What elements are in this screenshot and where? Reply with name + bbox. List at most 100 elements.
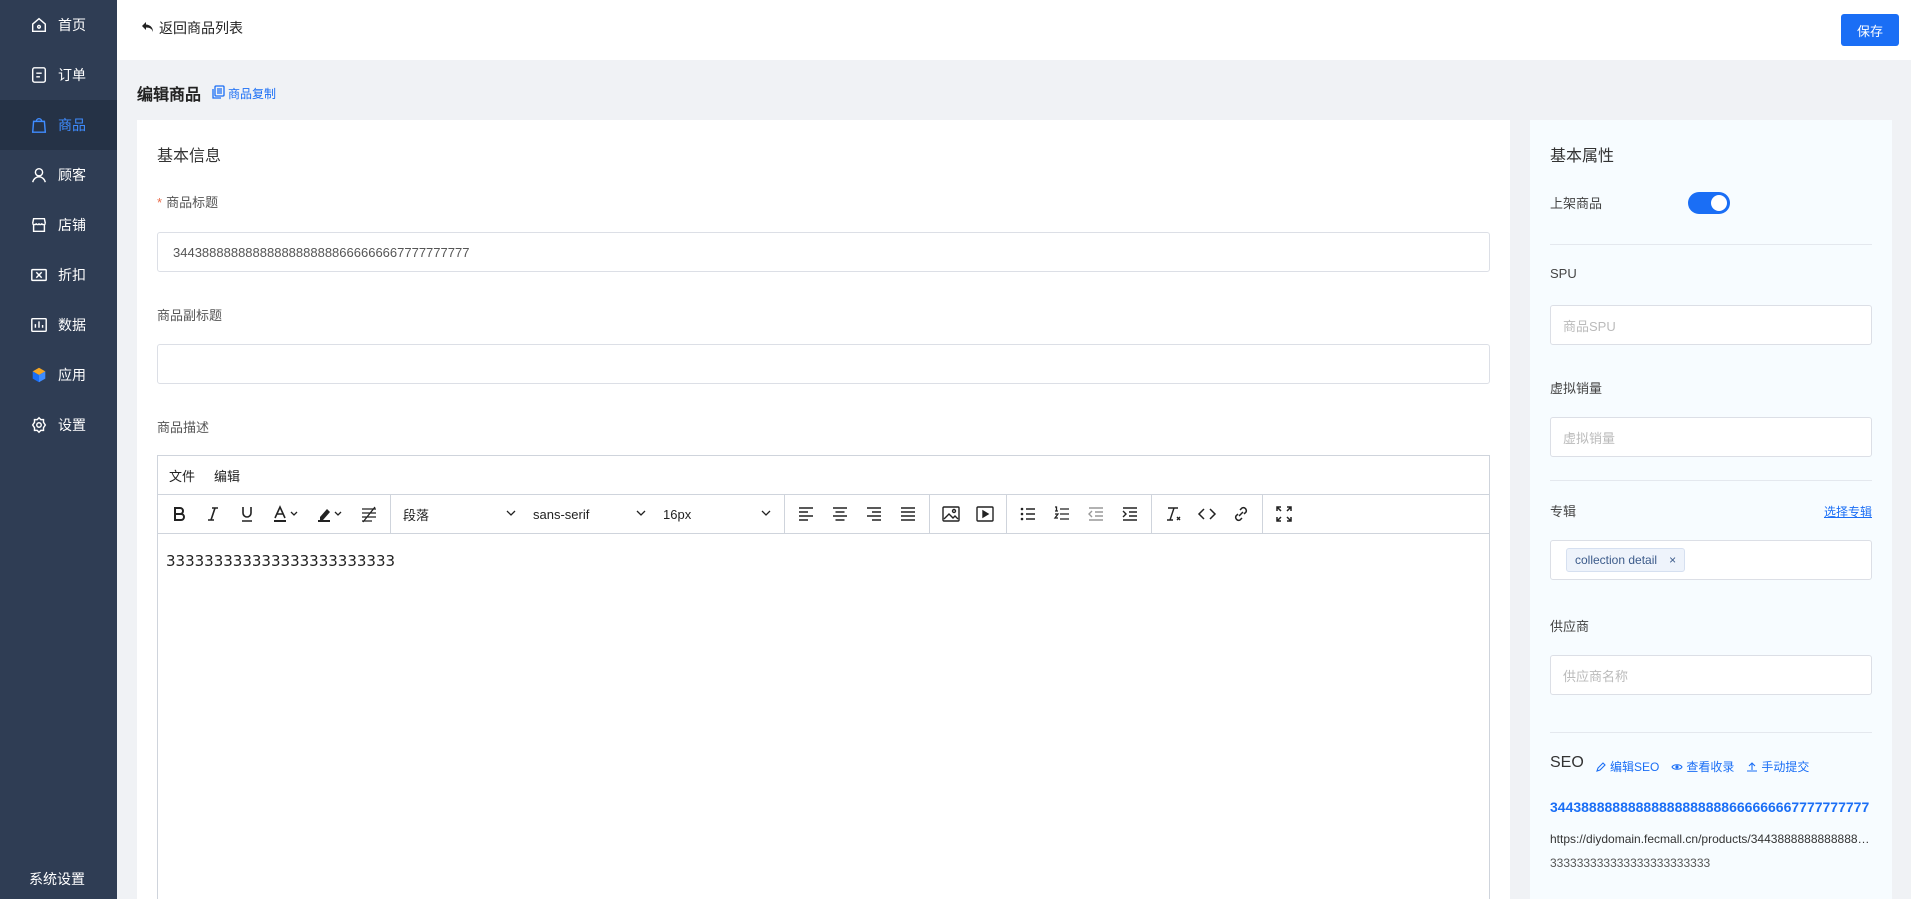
sidebar-item-store[interactable]: 店铺 [0, 200, 117, 250]
spu-input[interactable]: 商品SPU [1550, 305, 1872, 345]
product-description-label: 商品描述 [157, 420, 210, 435]
sidebar-item-customers[interactable]: 顾客 [0, 150, 117, 200]
listed-label: 上架商品 [1550, 196, 1603, 211]
video-icon[interactable] [968, 499, 1002, 529]
sidebar-item-home[interactable]: 首页 [0, 0, 117, 50]
spu-label: SPU [1550, 266, 1577, 281]
product-title-label: * 商品标题 [157, 192, 218, 211]
pencil-icon [1595, 761, 1607, 773]
edit-seo-link[interactable]: 编辑SEO [1595, 758, 1659, 775]
manual-submit-link[interactable]: 手动提交 [1746, 758, 1809, 775]
sidebar-item-label: 店铺 [58, 217, 86, 233]
seo-preview-url: https://diydomain.fecmall.cn/products/34… [1550, 832, 1875, 846]
divider [1550, 480, 1872, 481]
toolbar-group-format [158, 495, 391, 533]
code-icon[interactable] [1190, 499, 1224, 529]
rich-text-editor: 文件 编辑 段落 sans-serif 16px 333333333333333… [157, 455, 1490, 899]
align-center-icon[interactable] [823, 499, 857, 529]
product-title-input[interactable]: 3443888888888888888888866666666777777777… [157, 232, 1490, 272]
attributes-title: 基本属性 [1550, 148, 1615, 165]
basic-info-card: 基本信息 * 商品标题 34438888888888888888888666666… [137, 120, 1510, 899]
toggle-knob [1711, 195, 1727, 211]
bullet-list-icon[interactable] [1011, 499, 1045, 529]
top-bar: 返回商品列表 保存 [117, 0, 1911, 60]
menu-file[interactable]: 文件 [169, 466, 195, 485]
fullscreen-icon[interactable] [1267, 499, 1301, 529]
align-justify-icon[interactable] [891, 499, 925, 529]
collection-label: 专辑 [1550, 504, 1577, 519]
upload-icon [1746, 761, 1758, 773]
font-size-select[interactable]: 16px [655, 499, 780, 529]
virtual-sales-label: 虚拟销量 [1550, 381, 1603, 396]
home-icon [30, 16, 48, 34]
view-index-link[interactable]: 查看收录 [1671, 758, 1734, 775]
divider [1550, 244, 1872, 245]
page-title: 编辑商品 商品复制 [137, 81, 276, 105]
back-to-products-link[interactable]: 返回商品列表 [141, 18, 243, 38]
block-format-select[interactable]: 段落 [395, 499, 525, 529]
sidebar-item-label: 折扣 [58, 267, 86, 283]
collection-tag: collection detail × [1566, 548, 1686, 572]
cube-icon [30, 366, 48, 384]
basic-info-title: 基本信息 [157, 148, 222, 165]
numbered-list-icon[interactable] [1045, 499, 1079, 529]
system-settings-link[interactable]: 系统设置 [29, 869, 85, 889]
sidebar-item-data[interactable]: 数据 [0, 300, 117, 350]
page-title-text: 编辑商品 [137, 87, 202, 104]
sidebar-item-label: 数据 [58, 317, 86, 333]
copy-product-link[interactable]: 商品复制 [211, 84, 277, 102]
select-collection-link[interactable]: 选择专辑 [1824, 503, 1872, 520]
copy-product-label: 商品复制 [228, 86, 277, 101]
editor-menubar: 文件 编辑 [158, 456, 1489, 495]
align-right-icon[interactable] [857, 499, 891, 529]
gear-icon [30, 416, 48, 434]
collection-tag-input[interactable]: collection detail × [1550, 540, 1872, 580]
italic-icon[interactable] [196, 499, 230, 529]
required-mark: * [157, 195, 163, 210]
sidebar-item-discount[interactable]: 折扣 [0, 250, 117, 300]
supplier-input[interactable]: 供应商名称 [1550, 655, 1872, 695]
collection-tag-text: collection detail [1575, 553, 1658, 567]
divider [1550, 732, 1872, 733]
outdent-icon[interactable] [1079, 499, 1113, 529]
chevron-down-icon [505, 507, 517, 522]
highlight-color-icon[interactable] [308, 499, 352, 529]
align-left-icon[interactable] [789, 499, 823, 529]
sidebar-item-products[interactable]: 商品 [0, 100, 117, 150]
editor-content[interactable]: 333333333333333333333333 [158, 534, 1489, 588]
link-icon[interactable] [1224, 499, 1258, 529]
bold-icon[interactable] [162, 499, 196, 529]
sidebar-item-orders[interactable]: 订单 [0, 50, 117, 100]
seo-label: SEO [1550, 754, 1584, 771]
font-size-value: 16px [663, 506, 692, 522]
virtual-sales-input[interactable]: 虚拟销量 [1550, 417, 1872, 457]
eye-icon [1671, 761, 1683, 773]
font-family-select[interactable]: sans-serif [525, 499, 655, 529]
toolbar-group-misc [1152, 495, 1263, 533]
text-color-icon[interactable] [264, 499, 308, 529]
underline-icon[interactable] [230, 499, 264, 529]
listed-toggle[interactable] [1688, 192, 1730, 214]
edit-seo-label: 编辑SEO [1610, 760, 1660, 774]
image-icon[interactable] [934, 499, 968, 529]
menu-edit[interactable]: 编辑 [214, 466, 240, 485]
sidebar-item-settings[interactable]: 设置 [0, 400, 117, 450]
toolbar-group-media [930, 495, 1007, 533]
store-icon [30, 216, 48, 234]
seo-actions: 编辑SEO 查看收录 手动提交 [1595, 758, 1809, 775]
clear-format-icon[interactable] [1156, 499, 1190, 529]
product-subtitle-label: 商品副标题 [157, 308, 223, 323]
sidebar-item-label: 顾客 [58, 167, 86, 183]
seo-preview-description: 333333333333333333333333 [1550, 856, 1711, 870]
product-subtitle-input[interactable] [157, 344, 1490, 384]
sidebar-item-apps[interactable]: 应用 [0, 350, 117, 400]
back-link-label: 返回商品列表 [159, 20, 243, 36]
toolbar-group-dropdowns: 段落 sans-serif 16px [391, 495, 785, 533]
save-button[interactable]: 保存 [1841, 14, 1899, 46]
manual-submit-label: 手动提交 [1761, 760, 1810, 774]
toolbar-group-view [1263, 495, 1305, 533]
indent-icon[interactable] [1113, 499, 1147, 529]
close-icon[interactable]: × [1669, 553, 1676, 567]
strikethrough-format-icon[interactable] [352, 499, 386, 529]
back-arrow-icon [141, 20, 155, 37]
